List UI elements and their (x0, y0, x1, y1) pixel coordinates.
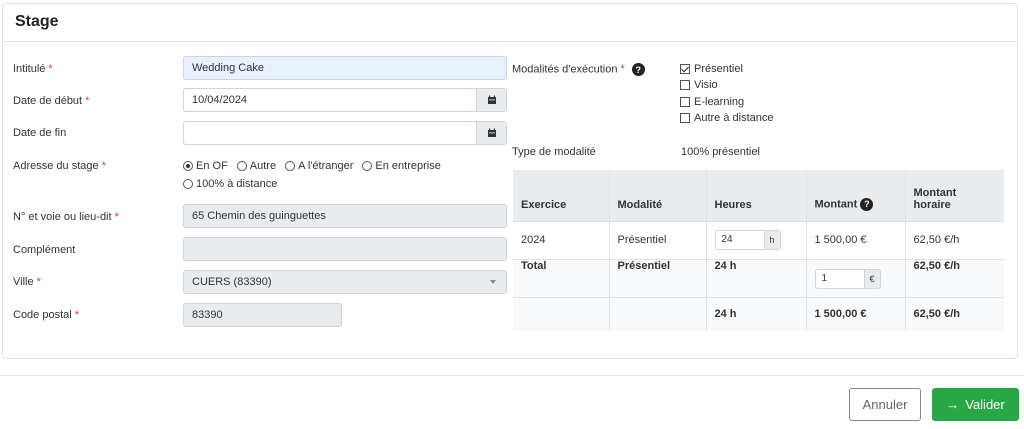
complement-label: Complément (13, 244, 76, 256)
col-modalite: Modalité (609, 170, 707, 221)
date-fin-label: Date de fin (13, 127, 67, 139)
adresse-radio-group: En OF Autre A l'étranger En entreprise (183, 160, 450, 172)
modalites-label: Modalités d'exécution * ? (512, 63, 645, 76)
date-debut-value: 10/04/2024 (192, 94, 248, 106)
cell-horaire: 62,50 €/h (905, 220, 1004, 259)
type-modalite-label: Type de modalité (512, 146, 596, 158)
checkbox[interactable] (680, 113, 690, 123)
adresse-label: Adresse du stage * (13, 160, 106, 172)
intitule-label: Intitulé * (13, 63, 53, 75)
total-horaire: 62,50 €/h (905, 258, 1004, 297)
ville-value: CUERS (83390) (192, 276, 272, 288)
cell-modalite: Présentiel (609, 220, 707, 259)
radio-en-of[interactable]: En OF (183, 160, 228, 172)
check-elearning[interactable]: E-learning (680, 96, 744, 108)
total-label: Total (513, 258, 610, 297)
cell-exercice: 2024 (513, 220, 610, 259)
complement-input[interactable] (183, 237, 507, 261)
total-modalite: Présentiel (609, 258, 707, 297)
summary-table: Exercice Modalité Heures Montant ? Monta… (513, 170, 1004, 331)
card-title: Stage (15, 13, 59, 30)
voie-input[interactable]: 65 Chemin des guinguettes (183, 204, 507, 228)
help-icon[interactable]: ? (631, 63, 645, 76)
chevron-down-icon (490, 280, 496, 284)
submit-button[interactable]: → Valider (932, 388, 1019, 421)
col-exercice: Exercice (513, 170, 610, 221)
foot-heures: 24 h (706, 296, 807, 331)
radio-entreprise[interactable]: En entreprise (362, 160, 441, 172)
date-debut-label: Date de début * (13, 95, 90, 107)
type-modalite-value: 100% présentiel (681, 146, 760, 158)
date-fin-input[interactable] (183, 121, 507, 145)
table-footer-row: 24 h 1 500,00 € 62,50 €/h (513, 296, 1004, 331)
calendar-icon[interactable] (476, 122, 506, 144)
intitule-input[interactable]: Wedding Cake (183, 56, 507, 80)
radio-etranger[interactable]: A l'étranger (285, 160, 353, 172)
cell-montant: 1 500,00 € (806, 220, 906, 259)
date-debut-input[interactable]: 10/04/2024 (183, 88, 507, 112)
arrow-right-icon: → (946, 397, 960, 412)
radio-autre[interactable]: Autre (236, 160, 276, 172)
col-heures: Heures (706, 170, 807, 221)
code-postal-input[interactable]: 83390 (183, 303, 342, 327)
heures-input[interactable]: 24 h (714, 230, 781, 250)
calendar-icon[interactable] (476, 89, 506, 111)
checkbox[interactable] (680, 64, 690, 74)
check-autre-distance[interactable]: Autre à distance (680, 112, 774, 124)
card-header: Stage (3, 4, 1017, 42)
help-icon[interactable]: ? (860, 197, 874, 211)
voie-label: N° et voie ou lieu-dit * (13, 211, 119, 223)
total-montant-cell: 1 500,00€ (806, 258, 906, 297)
foot-montant: 1 500,00 € (806, 296, 906, 331)
cancel-button[interactable]: Annuler (849, 388, 921, 421)
col-montant: Montant ? (806, 170, 906, 221)
cell-heures: 24 h (706, 220, 807, 259)
table-row: 2024 Présentiel 24 h 1 500,00 € 62,50 €/h (513, 220, 1004, 259)
check-presentiel[interactable]: Présentiel (680, 63, 743, 75)
check-visio[interactable]: Visio (680, 79, 718, 91)
radio-distance[interactable]: 100% à distance (183, 178, 277, 190)
col-montant-horaire: Montant horaire (905, 170, 1004, 221)
foot-horaire: 62,50 €/h (905, 296, 1004, 331)
adresse-radio-group-2: 100% à distance (183, 178, 286, 190)
ville-label: Ville * (13, 276, 41, 288)
table-header-row: Exercice Modalité Heures Montant ? Monta… (513, 170, 1004, 221)
checkbox[interactable] (680, 80, 690, 90)
checkbox[interactable] (680, 97, 690, 107)
code-postal-label: Code postal * (13, 309, 79, 321)
table-total-row: Total Présentiel 24 h 1 500,00€ 62,50 €/… (513, 258, 1004, 297)
total-heures: 24 h (706, 258, 807, 297)
ville-select[interactable]: CUERS (83390) (183, 270, 507, 294)
total-montant-input[interactable]: 1 500,00€ (814, 268, 881, 289)
footer-divider (0, 375, 1024, 376)
